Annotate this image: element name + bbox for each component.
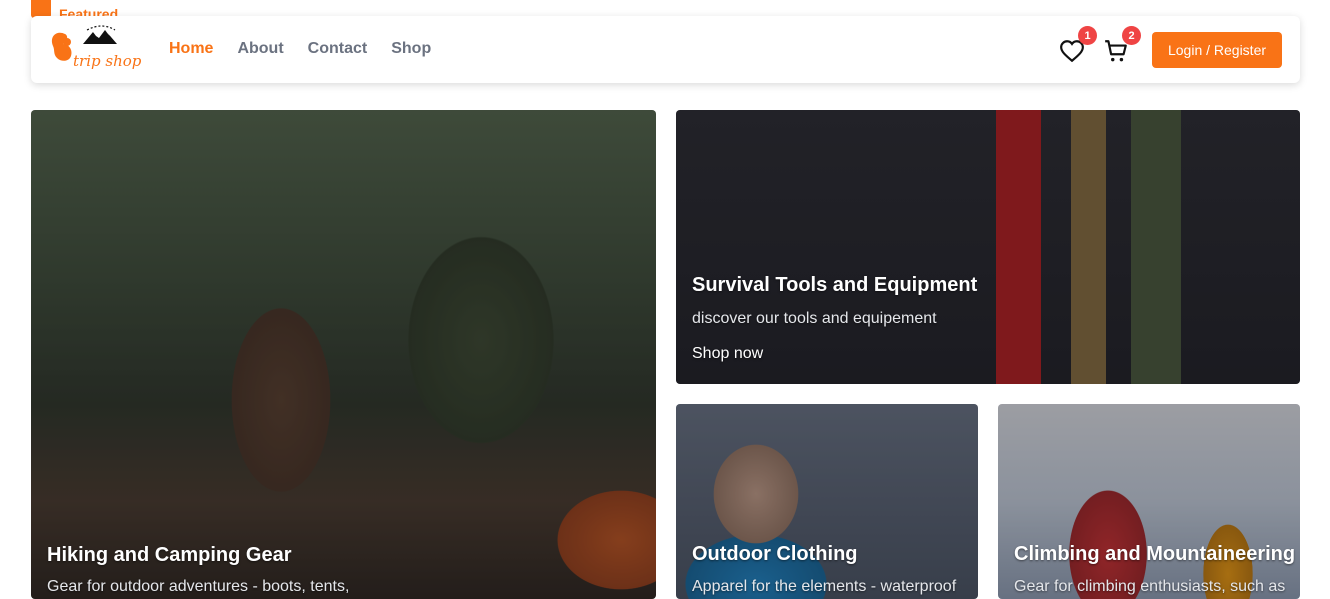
card-overlay [998,404,1300,599]
wishlist-count-badge: 1 [1078,26,1097,45]
card-overlay [676,404,978,599]
shop-now-link[interactable]: Shop now [692,345,763,363]
svg-text:trip shop: trip shop [73,52,142,70]
squirrel-mountain-logo-icon: trip shop [51,25,142,70]
card-title: Climbing and Mountaineering [1014,543,1296,565]
card-overlay [676,110,1300,384]
card-description: Apparel for the elements - waterproof [692,578,957,595]
nav-shop[interactable]: Shop [391,40,431,58]
nav-about[interactable]: About [237,40,283,58]
card-title: Survival Tools and Equipment [692,274,978,296]
login-register-button[interactable]: Login / Register [1152,32,1282,68]
category-card-climbing[interactable]: Climbing and Mountaineering Gear for cli… [998,404,1300,599]
cart-count-badge: 2 [1122,26,1141,45]
card-description: Gear for climbing enthusiasts, such as [1014,578,1286,595]
nav-home[interactable]: Home [169,40,213,58]
wishlist-button[interactable]: 1 [1059,26,1097,66]
category-card-survival-tools[interactable]: Survival Tools and Equipment discover ou… [676,110,1300,384]
card-overlay [31,110,656,599]
category-card-outdoor-clothing[interactable]: Outdoor Clothing Apparel for the element… [676,404,978,599]
card-title: Outdoor Clothing [692,543,858,565]
category-card-hiking[interactable]: Hiking and Camping Gear Gear for outdoor… [31,110,656,599]
card-title: Hiking and Camping Gear [47,544,292,566]
navbar: trip shop Home About Contact Shop 1 2 Lo… [31,16,1300,83]
card-description: discover our tools and equipement [692,310,937,327]
card-description: Gear for outdoor adventures - boots, ten… [47,578,350,595]
cart-button[interactable]: 2 [1103,26,1141,66]
main-nav: Home About Contact Shop [169,40,431,58]
brand-logo[interactable]: trip shop [47,24,143,76]
nav-contact[interactable]: Contact [308,40,368,58]
